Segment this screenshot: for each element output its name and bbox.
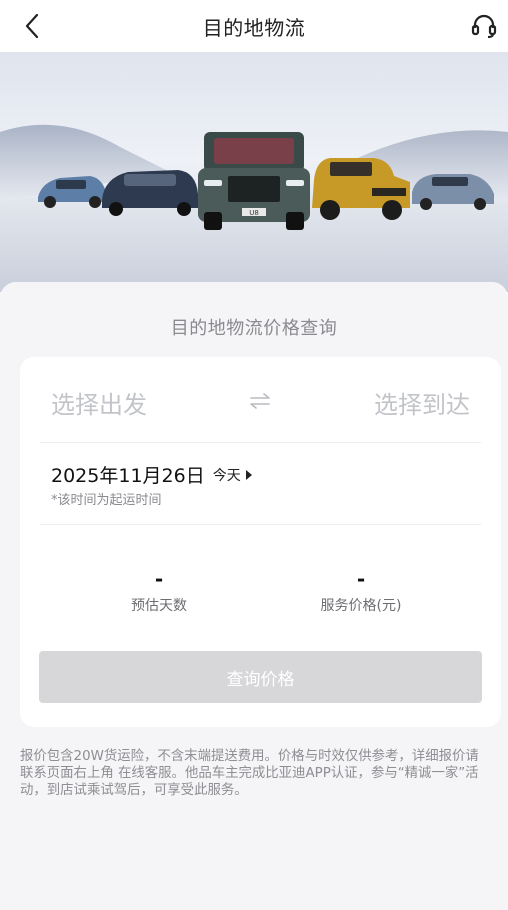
service-price: - 服务价格(元) [271,567,451,615]
departure-select[interactable]: 选择出发 [51,385,147,420]
chevron-left-icon [25,13,39,39]
date-note: *该时间为起运时间 [51,493,162,508]
headset-icon [471,14,497,38]
query-price-button[interactable]: 查询价格 [39,651,482,703]
page-title: 目的地物流 [202,15,306,40]
price-label: 服务价格(元) [320,598,402,614]
top-bar: 目的地物流 [0,0,508,52]
divider [40,524,481,525]
customer-service-button[interactable] [468,10,500,42]
swap-arrows-icon [250,393,270,409]
today-label: 今天 [212,467,241,484]
car-lineup-banner: U8 [0,52,508,292]
back-button[interactable] [18,12,46,40]
date-picker[interactable]: 2025年11月26日 今天 [51,461,253,488]
price-value: - [356,567,366,591]
arrival-select[interactable]: 选择到达 [374,385,470,420]
days-value: - [154,567,164,591]
caret-right-icon [245,469,252,480]
days-label: 预估天数 [131,598,187,614]
disclaimer-text: 报价包含20W货运险，不含末端提送费用。价格与时效仅供参考，详细报价请联系页面右… [20,749,479,798]
divider [40,442,481,443]
query-card: 选择出发 选择到达 2025年11月26日 今天 *该时间为起运时间 - 预估天… [20,357,501,727]
banner-illustration: U8 [0,124,508,292]
route-selector: 选择出发 选择到达 [20,357,501,443]
license-plate-text: U8 [249,209,259,217]
section-title: 目的地物流价格查询 [170,318,338,339]
estimated-days: - 预估天数 [69,567,249,615]
swap-button[interactable] [248,389,272,413]
main-content: 目的地物流价格查询 选择出发 选择到达 2025年11月26日 今天 *该时间为… [0,282,508,910]
date-value: 2025年11月26日 [51,465,205,487]
